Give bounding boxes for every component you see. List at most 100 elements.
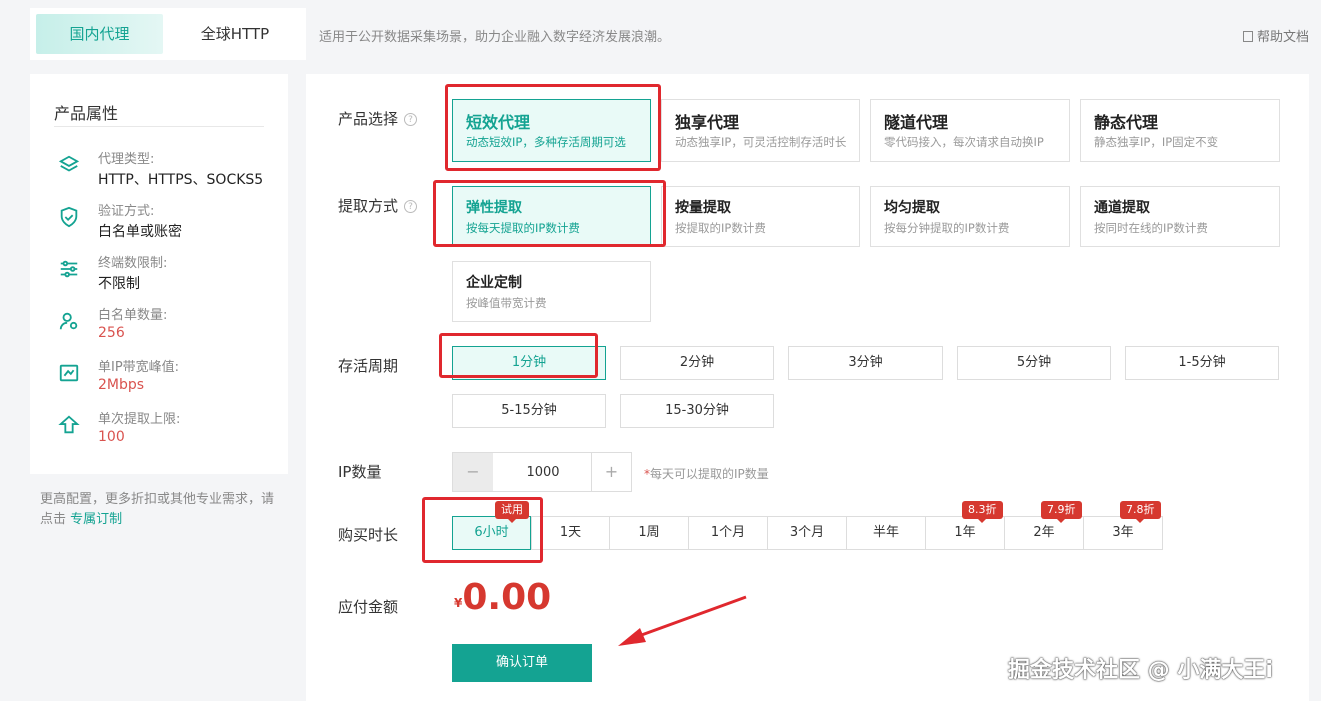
increment-button[interactable]: +: [591, 453, 631, 491]
shield-icon: [60, 206, 78, 228]
ip-count-input[interactable]: [493, 453, 593, 491]
tab-global-http[interactable]: 全球HTTP: [170, 14, 300, 54]
card-title: 按量提取: [675, 200, 731, 216]
attr-label: 单IP带宽峰值:: [98, 360, 180, 375]
attr-value: 256: [98, 325, 125, 341]
layers-icon: [58, 155, 80, 172]
card-desc: 按同时在线的IP数计费: [1094, 221, 1208, 235]
ip-count-stepper: − +: [452, 452, 632, 492]
product-dedicated[interactable]: 独享代理 动态独享IP，可灵活控制存活时长: [661, 99, 860, 162]
highlight-box: [422, 497, 543, 563]
discount-badge: 7.9折: [1041, 501, 1082, 523]
attr-label: 白名单数量:: [98, 308, 168, 323]
lifetime-option[interactable]: 5-15分钟: [452, 394, 606, 428]
payment-label: 应付金额: [338, 598, 399, 616]
duration-label: 购买时长: [338, 526, 399, 544]
payment-amount: ¥0.00: [454, 577, 551, 618]
lifetime-option[interactable]: 2分钟: [620, 346, 774, 380]
extract-by-volume[interactable]: 按量提取 按提取的IP数计费: [661, 186, 860, 247]
attr-label: 代理类型:: [98, 152, 155, 167]
attr-terminal-limit: 终端数限制: 不限制: [54, 252, 274, 296]
attr-label: 单次提取上限:: [98, 412, 181, 427]
confirm-order-button[interactable]: 确认订单: [452, 644, 592, 682]
lifetime-option[interactable]: 1-5分钟: [1125, 346, 1279, 380]
product-select-label: 产品选择?: [338, 108, 418, 129]
top-tab-bar: 国内代理 全球HTTP: [30, 8, 306, 60]
ip-count-note: *每天可以提取的IP数量: [644, 465, 769, 482]
custom-order-link[interactable]: 专属订制: [70, 512, 122, 527]
attr-whitelist-count: 白名单数量: 256: [54, 304, 274, 348]
help-doc-link[interactable]: 帮助文档: [1242, 26, 1309, 45]
duration-text: 1年: [954, 525, 976, 540]
lifetime-option[interactable]: 15-30分钟: [620, 394, 774, 428]
duration-text: 1个月: [710, 525, 746, 540]
card-title: 隧道代理: [884, 113, 949, 132]
duration-text: 半年: [872, 525, 899, 540]
extract-channel[interactable]: 通道提取 按同时在线的IP数计费: [1080, 186, 1280, 247]
label-text: 产品选择: [338, 110, 399, 128]
card-desc: 零代码接入，每次请求自动换IP: [884, 135, 1044, 149]
help-doc-label: 帮助文档: [1256, 30, 1309, 45]
duration-text: 2年: [1033, 525, 1055, 540]
card-title: 企业定制: [466, 275, 522, 291]
duration-option[interactable]: 1个月: [689, 516, 768, 550]
help-icon[interactable]: ?: [404, 113, 418, 126]
product-tunnel[interactable]: 隧道代理 零代码接入，每次请求自动换IP: [870, 99, 1070, 162]
help-icon[interactable]: ?: [404, 200, 418, 213]
duration-option[interactable]: 2年 7.9折: [1005, 501, 1084, 550]
duration-option[interactable]: 1年 8.3折: [926, 501, 1005, 550]
watermark: 掘金技术社区 @ 小满大王i: [1008, 658, 1273, 683]
highlight-box: [445, 84, 661, 171]
extract-uniform[interactable]: 均匀提取 按每分钟提取的IP数计费: [870, 186, 1070, 247]
attr-extract-limit: 单次提取上限: 100: [54, 408, 274, 452]
card-desc: 按提取的IP数计费: [675, 221, 766, 235]
label-text: 提取方式: [338, 197, 399, 215]
sliders-icon: [60, 260, 78, 278]
attr-auth-method: 验证方式: 白名单或账密: [54, 200, 274, 244]
lifetime-option[interactable]: 3分钟: [788, 346, 943, 380]
duration-text: 1周: [638, 525, 660, 540]
highlight-box: [433, 180, 666, 247]
attr-value: 2Mbps: [98, 377, 145, 393]
bandwidth-icon: [59, 364, 79, 382]
extraction-label: 提取方式?: [338, 195, 418, 216]
discount-badge: 8.3折: [962, 501, 1003, 523]
tab-domestic-proxy[interactable]: 国内代理: [36, 14, 163, 54]
card-desc: 按峰值带宽计费: [466, 296, 547, 310]
attr-bandwidth-peak: 单IP带宽峰值: 2Mbps: [54, 356, 274, 400]
lifetime-option[interactable]: 5分钟: [957, 346, 1111, 380]
decrement-button[interactable]: −: [453, 453, 493, 491]
duration-option[interactable]: 1周: [610, 516, 689, 550]
attr-label: 终端数限制:: [98, 256, 168, 271]
custom-order-note: 更高配置，更多折扣或其他专业需求，请点击 专属订制: [40, 490, 280, 530]
duration-text: 3个月: [789, 525, 825, 540]
extract-enterprise[interactable]: 企业定制 按峰值带宽计费: [452, 261, 651, 322]
attr-label: 验证方式:: [98, 204, 155, 219]
upload-icon: [58, 415, 80, 434]
user-settings-icon: [59, 312, 78, 330]
ip-count-label: IP数量: [338, 463, 382, 481]
attr-value: 白名单或账密: [98, 224, 182, 240]
note-text: 每天可以提取的IP数量: [650, 467, 769, 481]
product-static[interactable]: 静态代理 静态独享IP，IP固定不变: [1080, 99, 1280, 162]
duration-option[interactable]: 3个月: [768, 516, 847, 550]
annotation-arrow-icon: [618, 595, 747, 646]
card-desc: 动态独享IP，可灵活控制存活时长: [675, 135, 847, 149]
duration-option[interactable]: 半年: [847, 516, 926, 550]
attr-proxy-type: 代理类型: HTTP、HTTPS、SOCKS5: [54, 148, 274, 192]
attr-value: 不限制: [98, 276, 140, 292]
duration-text: 1天: [559, 525, 582, 540]
duration-text: 3年: [1112, 525, 1134, 540]
top-description: 适用于公开数据采集场景，助力企业融入数字经济发展浪潮。: [319, 30, 671, 45]
highlight-box: [439, 333, 598, 378]
divider: [54, 126, 264, 127]
card-title: 均匀提取: [884, 200, 940, 216]
amount-value: 0.00: [462, 577, 552, 618]
document-icon: [1242, 31, 1253, 42]
card-title: 独享代理: [675, 113, 740, 132]
card-title: 通道提取: [1094, 200, 1150, 216]
order-form: 产品选择? 短效代理 动态短效IP，多种存活周期可选 独享代理 动态独享IP，可…: [306, 74, 1309, 701]
attr-value: HTTP、HTTPS、SOCKS5: [98, 172, 264, 188]
duration-option[interactable]: 3年 7.8折: [1084, 501, 1163, 550]
discount-badge: 7.8折: [1120, 501, 1161, 523]
